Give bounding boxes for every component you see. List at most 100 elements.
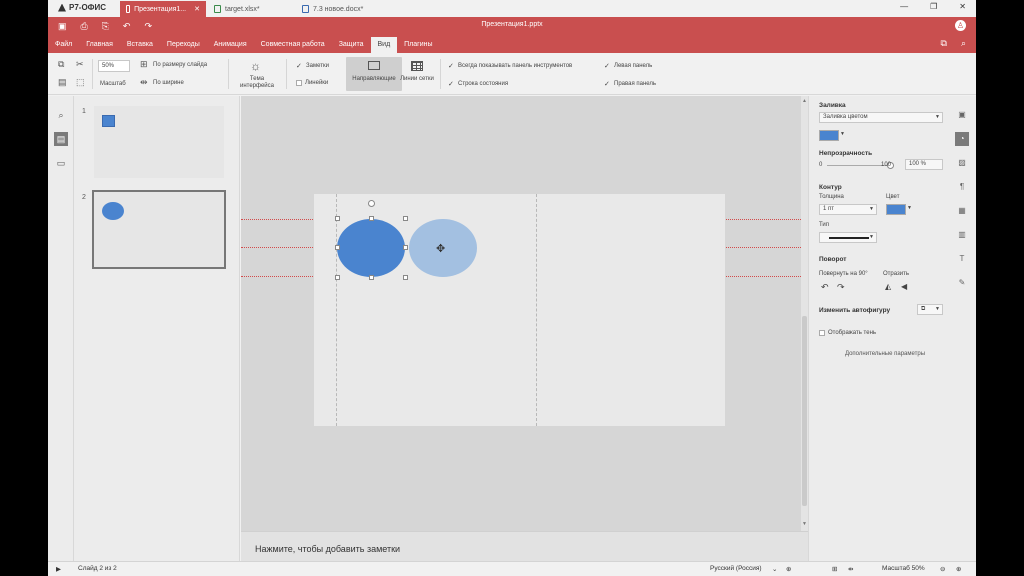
chevron-down-icon[interactable]: ⌄: [772, 565, 777, 573]
right-panel-checkbox[interactable]: ✓ Правая панель: [604, 80, 656, 88]
chart-settings-icon[interactable]: ▥: [955, 228, 969, 242]
menu-file[interactable]: Файл: [48, 37, 79, 53]
chevron-down-icon[interactable]: ▼: [840, 131, 845, 137]
user-avatar-icon[interactable]: ♙: [955, 20, 966, 31]
menu-protection[interactable]: Защита: [332, 37, 371, 53]
stroke-color-swatch[interactable]: [886, 204, 906, 215]
select-all-icon[interactable]: ⬚: [76, 77, 85, 88]
canvas-scrollbar[interactable]: ▲ ▼: [801, 96, 808, 531]
zoom-out-icon[interactable]: ⊖: [940, 565, 945, 573]
chevron-down-icon: ▼: [935, 306, 940, 312]
status-bar-label: Строка состояния: [458, 81, 509, 87]
image-settings-icon[interactable]: ▨: [955, 156, 969, 170]
slide-settings-icon[interactable]: ▣: [955, 108, 969, 122]
language-select[interactable]: Русский (Россия): [710, 565, 762, 572]
resize-handle[interactable]: [335, 216, 340, 221]
text-art-settings-icon[interactable]: T: [955, 252, 969, 266]
scroll-up-icon[interactable]: ▲: [801, 98, 808, 104]
comments-icon[interactable]: ▭: [54, 156, 68, 170]
copy-icon[interactable]: ⧉: [58, 59, 64, 70]
slideshow-icon[interactable]: ▶: [56, 565, 61, 573]
fit-slide-icon[interactable]: ⊞: [832, 565, 837, 573]
show-shadow-checkbox[interactable]: Отображать тень: [819, 330, 876, 336]
presentation-editor-window: Р7-ОФИС Презентация1... ✕ target.xlsx* 7…: [48, 0, 976, 576]
show-shadow-label: Отображать тень: [828, 330, 877, 336]
shape-settings-icon[interactable]: ◔: [955, 132, 969, 146]
always-show-toolbar-checkbox[interactable]: ✓ Всегда показывать панель инструментов: [448, 62, 572, 70]
fit-width-button[interactable]: По ширине: [153, 80, 184, 86]
slide-thumbnail-1[interactable]: [94, 106, 224, 178]
rotation-handle[interactable]: [368, 200, 375, 207]
menu-transitions[interactable]: Переходы: [160, 37, 207, 53]
flip-horizontal-icon[interactable]: ◭: [885, 282, 891, 291]
search-icon[interactable]: ⌕: [54, 108, 68, 122]
document-file-icon: [302, 5, 309, 13]
resize-handle[interactable]: [335, 275, 340, 280]
slides-icon[interactable]: ▤: [54, 132, 68, 146]
slide-thumbnail-2[interactable]: [92, 190, 226, 269]
thickness-select[interactable]: 1 пт ▼: [819, 204, 877, 215]
vertical-guide[interactable]: [336, 194, 337, 426]
fit-width-icon[interactable]: ⇹: [140, 77, 148, 88]
paragraph-settings-icon[interactable]: ¶: [955, 180, 969, 194]
table-settings-icon[interactable]: ▦: [955, 204, 969, 218]
menu-insert[interactable]: Вставка: [120, 37, 160, 53]
status-bar-checkbox[interactable]: ✓ Строка состояния: [448, 80, 508, 88]
chevron-down-icon[interactable]: ▼: [907, 205, 912, 211]
zoom-in-icon[interactable]: ⊕: [956, 565, 961, 573]
slide-canvas[interactable]: ✥: [241, 96, 801, 531]
zoom-select[interactable]: 50%: [98, 60, 130, 72]
toolbar-divider: [286, 59, 287, 89]
signature-settings-icon[interactable]: ✎: [955, 276, 969, 290]
resize-handle[interactable]: [403, 216, 408, 221]
check-icon: ✓: [448, 81, 454, 88]
advanced-settings-button[interactable]: Дополнительные параметры: [829, 348, 941, 360]
cut-icon[interactable]: ✂: [76, 59, 84, 70]
scroll-down-icon[interactable]: ▼: [801, 521, 808, 527]
tab-document[interactable]: 7.3 новое.docx*: [296, 1, 382, 17]
spellcheck-icon[interactable]: ⊕: [786, 565, 791, 573]
resize-handle[interactable]: [369, 275, 374, 280]
menu-plugins[interactable]: Плагины: [397, 37, 439, 53]
close-window-icon[interactable]: ✕: [959, 2, 966, 11]
resize-handle[interactable]: [403, 275, 408, 280]
gridlines-button[interactable]: Линии сетки: [400, 57, 434, 91]
opacity-input[interactable]: 100 %: [905, 159, 943, 170]
fill-color-swatch[interactable]: [819, 130, 839, 141]
menu-collaboration[interactable]: Совместная работа: [254, 37, 332, 53]
selected-ellipse-shape[interactable]: [337, 219, 405, 277]
tab-spreadsheet[interactable]: target.xlsx*: [208, 1, 294, 17]
tab-presentation[interactable]: Презентация1... ✕: [120, 1, 206, 17]
paste-icon[interactable]: ▤: [58, 77, 67, 88]
close-tab-icon[interactable]: ✕: [194, 5, 200, 13]
shapes-icon: ⧉: [921, 306, 926, 312]
rotate-left-icon[interactable]: ↶: [821, 282, 829, 293]
interface-theme-button[interactable]: ☼ Тема интерфейса: [234, 57, 280, 91]
rulers-checkbox[interactable]: Линейки: [296, 80, 328, 86]
resize-handle[interactable]: [403, 245, 408, 250]
guides-button[interactable]: Направляющие: [346, 57, 402, 91]
notes-area[interactable]: Нажмите, чтобы добавить заметки: [241, 531, 808, 561]
rotate-right-icon[interactable]: ↷: [837, 282, 845, 293]
scrollbar-thumb[interactable]: [802, 316, 807, 506]
menu-home[interactable]: Главная: [79, 37, 120, 53]
resize-handle[interactable]: [369, 216, 374, 221]
minimize-icon[interactable]: —: [900, 2, 908, 11]
stroke-color-label: Цвет: [886, 194, 900, 200]
fit-slide-icon[interactable]: ⊞: [140, 59, 148, 70]
slide[interactable]: ✥: [314, 194, 725, 426]
search-icon[interactable]: ⌕: [961, 38, 966, 49]
left-panel-checkbox[interactable]: ✓ Левая панель: [604, 62, 652, 70]
flip-vertical-icon[interactable]: ◀: [901, 282, 907, 291]
menu-view[interactable]: Вид: [370, 37, 398, 53]
fill-type-select[interactable]: Заливка цветом ▼: [819, 112, 943, 123]
fit-slide-button[interactable]: По размеру слайда: [153, 62, 207, 68]
restore-icon[interactable]: ❐: [930, 2, 937, 11]
notes-checkbox[interactable]: ✓ Заметки: [296, 62, 329, 70]
menu-animation[interactable]: Анимация: [207, 37, 254, 53]
open-location-icon[interactable]: ⧉: [941, 38, 947, 49]
resize-handle[interactable]: [335, 245, 340, 250]
fit-width-icon[interactable]: ⇹: [848, 565, 853, 573]
vertical-guide[interactable]: [536, 194, 537, 426]
change-shape-select[interactable]: ⧉ ▼: [917, 304, 943, 315]
